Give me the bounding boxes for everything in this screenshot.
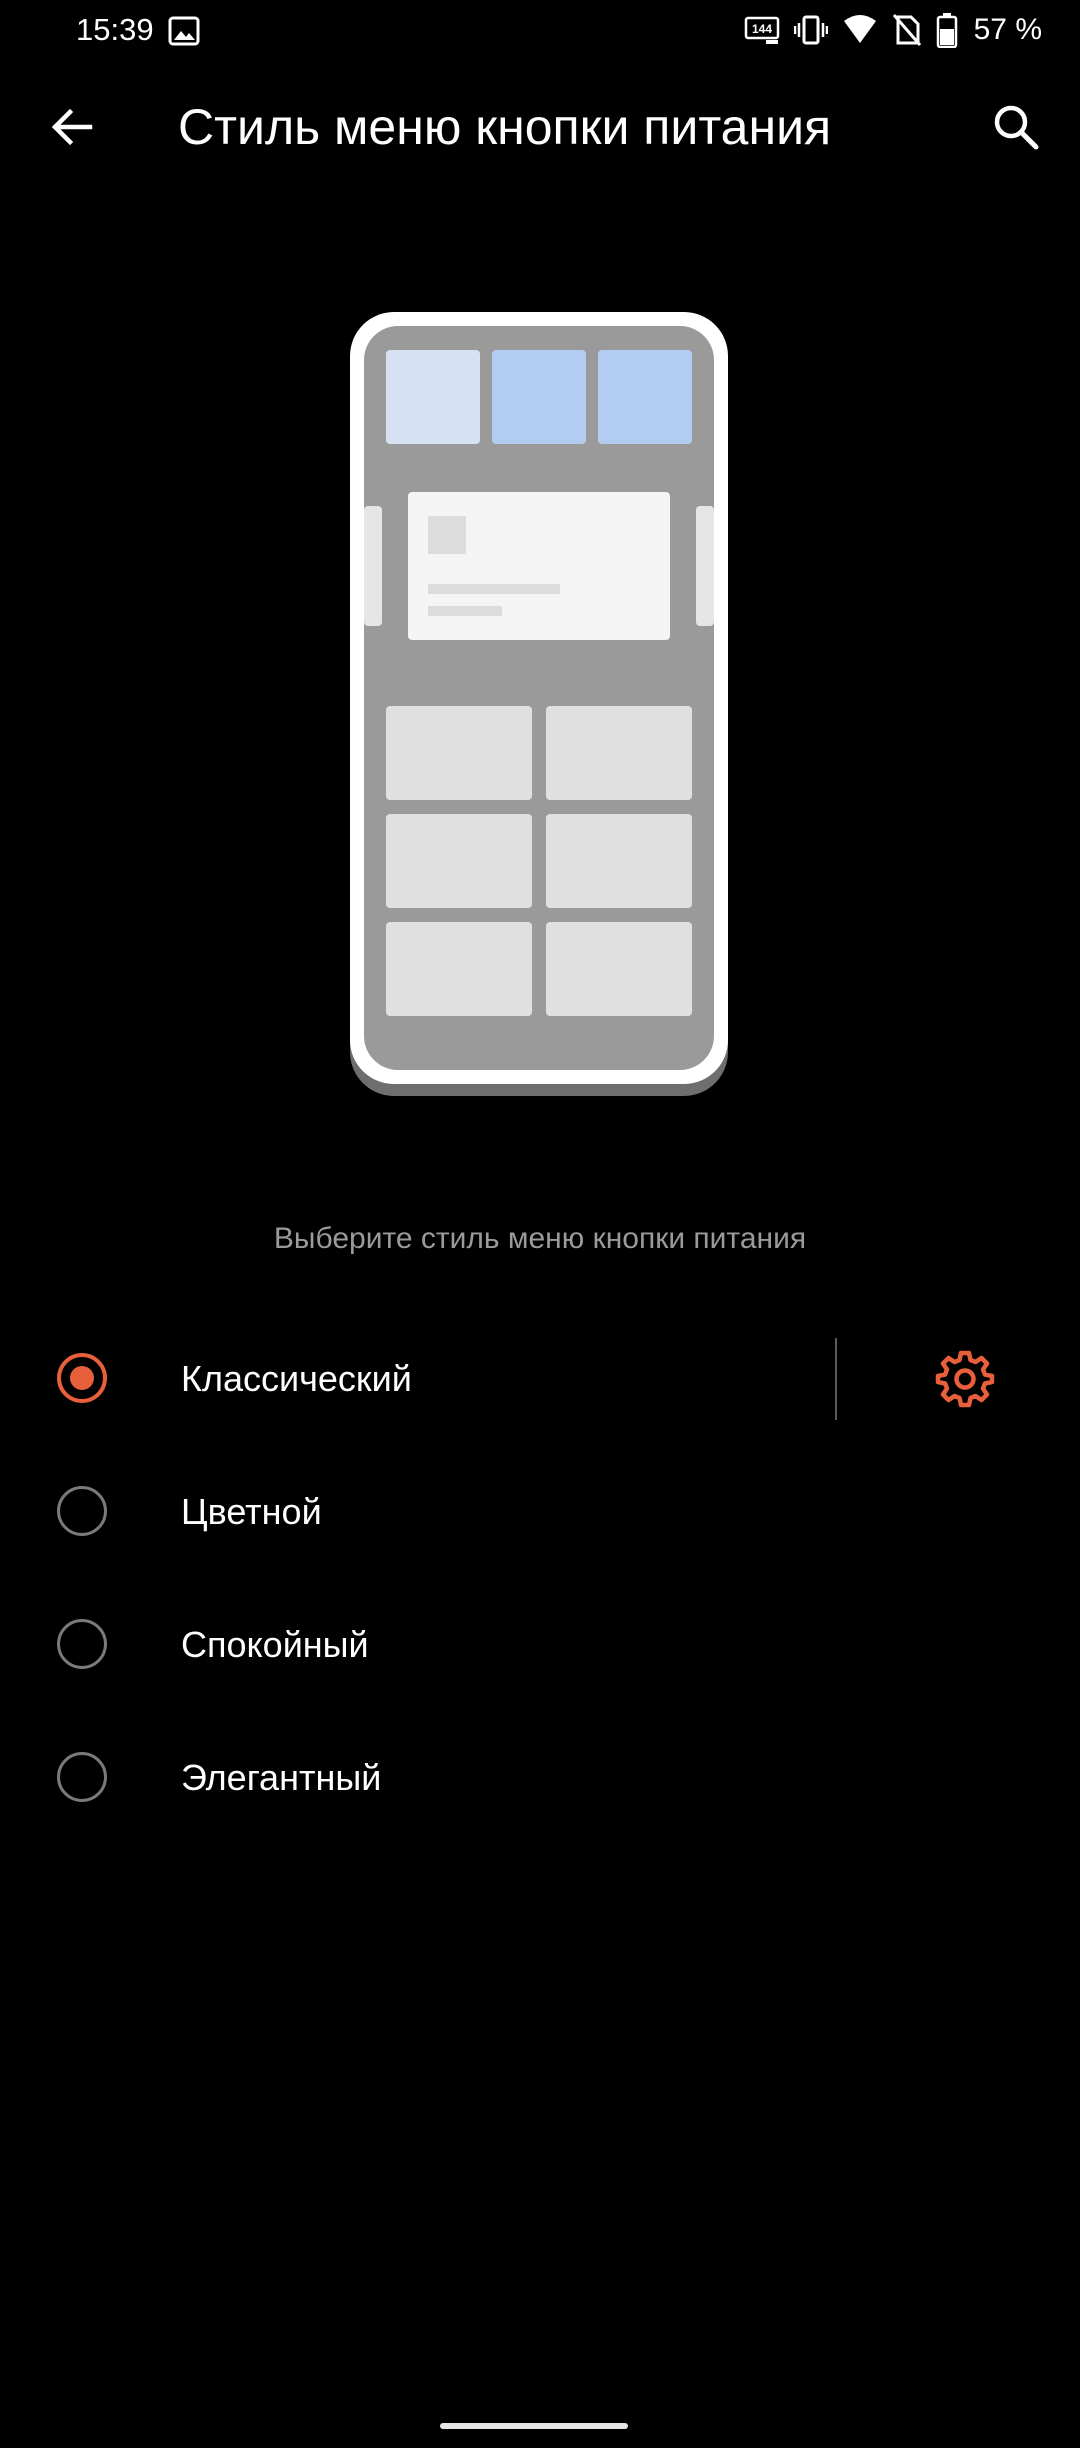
- option-divider: [835, 1338, 837, 1420]
- option-colorful[interactable]: Цветной: [0, 1446, 1080, 1579]
- gesture-nav-bar[interactable]: [440, 2423, 628, 2429]
- battery-icon: [936, 12, 958, 48]
- battery-percent: 57 %: [973, 13, 1042, 46]
- refresh-rate-badge: 144: [752, 22, 772, 36]
- gallery-icon: [168, 15, 200, 47]
- status-bar: 15:39 144 57 %: [0, 0, 1080, 62]
- option-label-classic: Классический: [181, 1358, 412, 1399]
- option-label-calm: Спокойный: [181, 1624, 369, 1665]
- style-options-list: Классический Цветной Спокойный Элегантны…: [0, 1313, 1080, 1845]
- classic-settings-button[interactable]: [920, 1338, 1010, 1420]
- radio-calm[interactable]: [57, 1619, 107, 1669]
- refresh-rate-icon: 144: [744, 14, 780, 46]
- option-label-elegant: Элегантный: [181, 1757, 382, 1798]
- status-icons: 144 57 %: [744, 10, 1042, 50]
- vibrate-icon: [793, 13, 828, 47]
- option-label-colorful: Цветной: [181, 1491, 322, 1532]
- power-menu-preview: [348, 310, 730, 1098]
- wifi-icon: [842, 13, 878, 47]
- back-button[interactable]: [32, 92, 112, 162]
- option-calm[interactable]: Спокойный: [0, 1579, 1080, 1712]
- page-title: Стиль меню кнопки питания: [178, 99, 832, 155]
- app-bar: Стиль меню кнопки питания: [0, 62, 1080, 192]
- section-subtitle: Выберите стиль меню кнопки питания: [273, 1222, 807, 1255]
- radio-classic[interactable]: [57, 1353, 107, 1403]
- gear-icon: [935, 1350, 995, 1408]
- arrow-left-icon: [51, 108, 93, 146]
- search-button[interactable]: [976, 92, 1056, 162]
- search-icon: [994, 105, 1039, 150]
- no-sim-icon: [892, 13, 922, 47]
- option-elegant[interactable]: Элегантный: [0, 1712, 1080, 1845]
- radio-elegant[interactable]: [57, 1752, 107, 1802]
- option-classic[interactable]: Классический: [0, 1313, 1080, 1446]
- radio-colorful[interactable]: [57, 1486, 107, 1536]
- status-time: 15:39: [76, 12, 154, 47]
